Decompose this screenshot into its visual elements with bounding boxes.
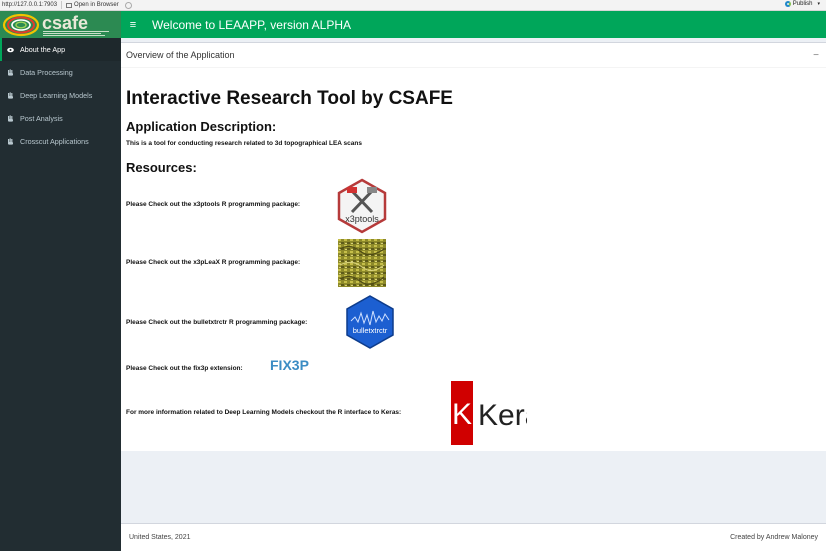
sidebar-item-about-the-app[interactable]: About the App — [0, 38, 121, 61]
description-text: This is a tool for conducting research r… — [126, 140, 362, 147]
sidebar-item-label: Crosscut Applications — [20, 137, 89, 146]
csafe-logo-graphic: csafe — [0, 11, 121, 38]
resource-keras-text: For more information related to Deep Lea… — [126, 409, 402, 416]
keras-logo-label: Keras — [478, 399, 527, 432]
sidebar-item-label: Deep Learning Models — [20, 91, 93, 100]
keras-k-letter: K — [452, 398, 472, 431]
publish-icon — [784, 1, 791, 7]
x3ptools-logo-label: x3ptools — [345, 214, 379, 224]
overview-box: Overview of the Application − Interactiv… — [121, 42, 826, 451]
main-heading: Interactive Research Tool by CSAFE — [126, 88, 453, 109]
hand-icon — [7, 138, 14, 145]
description-heading: Application Description: — [126, 119, 277, 134]
sidebar-item-label: Data Processing — [20, 68, 73, 77]
x3ptools-hex-logo[interactable]: x3ptools — [334, 178, 390, 239]
open-in-browser-label: Open in Browser — [74, 2, 119, 8]
resource-x3pleax-text: Please Check out the x3pLeaX R programmi… — [126, 259, 301, 266]
bulletxtrctr-logo-label: bulletxtrctr — [353, 326, 388, 335]
box-header: Overview of the Application − — [121, 43, 826, 68]
footer-left-text: United States, 2021 — [129, 534, 191, 541]
hand-icon — [7, 115, 14, 122]
x3pleax-texture-image[interactable] — [338, 239, 386, 292]
publish-label: Publish — [792, 1, 813, 7]
chevron-down-icon: ▾ — [817, 1, 820, 7]
url-text[interactable]: http://127.0.0.1:7903 — [2, 2, 57, 8]
sidebar-item-data-processing[interactable]: Data Processing — [0, 61, 121, 84]
browser-toolbar: http://127.0.0.1:7903 Open in Browser Pu… — [0, 0, 826, 11]
footer: United States, 2021 Created by Andrew Ma… — [121, 523, 826, 551]
hand-icon — [7, 69, 14, 76]
header-navbar: ≡ Welcome to LEAAPP, version ALPHA — [121, 11, 826, 38]
sidebar-item-post-analysis[interactable]: Post Analysis — [0, 107, 121, 130]
resource-bulletxtrctr-text: Please Check out the bulletxtrctr R prog… — [126, 319, 308, 326]
keras-logo[interactable]: K Keras — [451, 381, 556, 450]
sidebar-item-label: Post Analysis — [20, 114, 63, 123]
sidebar-item-label: About the App — [20, 45, 66, 54]
window-icon — [66, 2, 73, 8]
hand-icon — [7, 92, 14, 99]
sidebar-toggle-icon[interactable]: ≡ — [122, 19, 144, 31]
open-in-browser-button[interactable]: Open in Browser — [66, 2, 119, 8]
bulletxtrctr-hex-logo[interactable]: bulletxtrctr — [343, 295, 397, 354]
page-title: Welcome to LEAAPP, version ALPHA — [152, 17, 351, 32]
eye-icon — [7, 46, 14, 53]
csafe-logo[interactable]: csafe — [0, 11, 121, 38]
divider — [61, 1, 63, 9]
sidebar-item-deep-learning-models[interactable]: Deep Learning Models — [0, 84, 121, 107]
resource-fix3p-text: Please Check out the fix3p extension: — [126, 365, 243, 372]
fix3p-link[interactable]: FIX3P — [270, 357, 309, 373]
refresh-icon[interactable] — [124, 1, 132, 9]
resource-x3ptools-text: Please Check out the x3ptools R programm… — [126, 201, 301, 208]
box-title: Overview of the Application — [126, 50, 235, 60]
resources-heading: Resources: — [126, 160, 197, 175]
publish-button[interactable]: Publish ▾ — [784, 1, 820, 7]
logo-text: csafe — [42, 13, 88, 33]
sidebar: About the App Data Processing Deep Learn… — [0, 38, 121, 551]
sidebar-item-crosscut-applications[interactable]: Crosscut Applications — [0, 130, 121, 153]
collapse-button[interactable]: − — [813, 50, 821, 61]
footer-right-text: Created by Andrew Maloney — [730, 534, 818, 541]
main-content: Overview of the Application − Interactiv… — [121, 38, 826, 523]
